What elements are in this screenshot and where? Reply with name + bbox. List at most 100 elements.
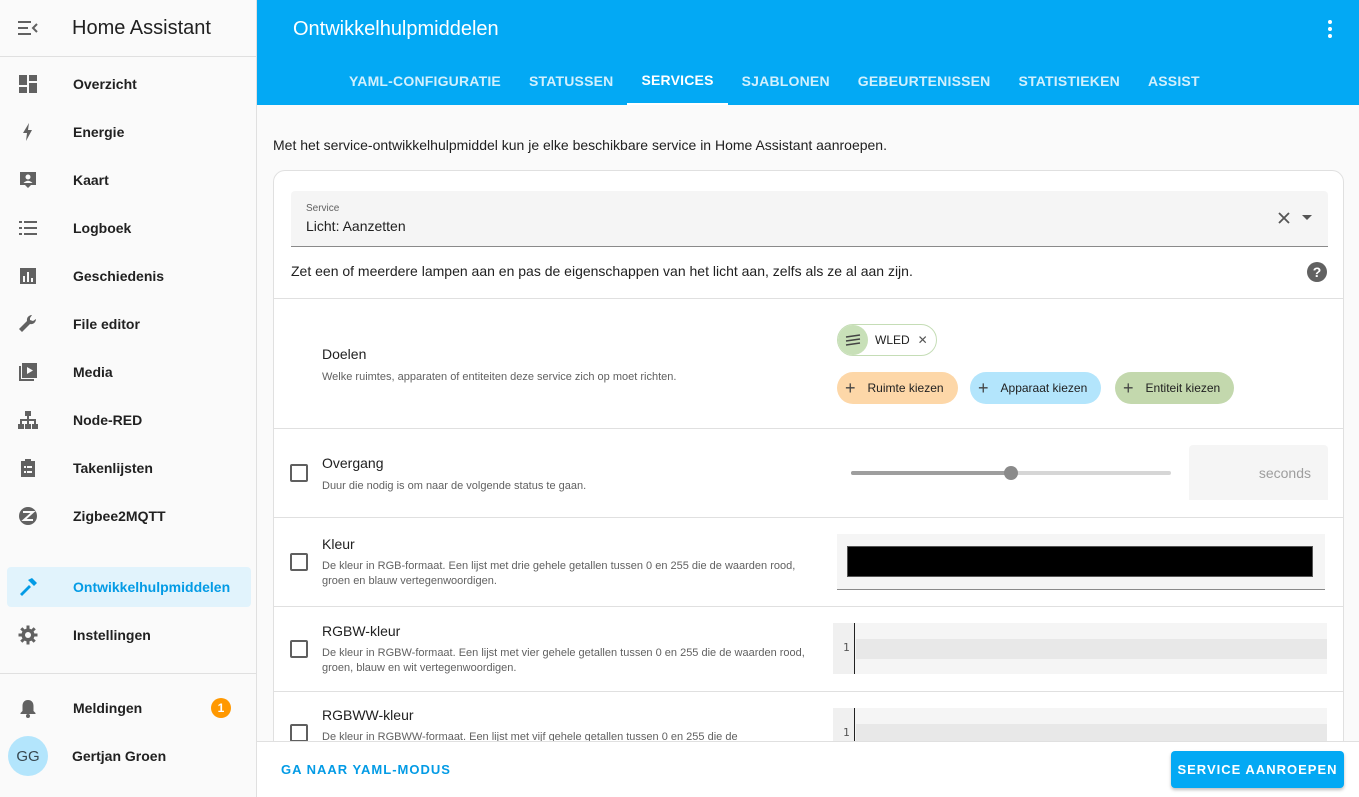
chevron-down-icon[interactable]: [1302, 215, 1312, 220]
tab-yaml-configuratie[interactable]: YAML-CONFIGURATIE: [335, 56, 515, 105]
notification-badge: 1: [211, 698, 231, 718]
help-icon[interactable]: ?: [1307, 262, 1327, 282]
yaml-mode-button[interactable]: GA NAAR YAML-MODUS: [281, 762, 451, 777]
tab-assist[interactable]: ASSIST: [1134, 56, 1214, 105]
rgbww-title: RGBWW-kleur: [322, 707, 414, 723]
plus-icon: +: [1123, 378, 1134, 398]
sidebar-item-ontwikkelhulpmiddelen[interactable]: Ontwikkelhulpmiddelen: [7, 567, 251, 607]
rgbww-checkbox[interactable]: [290, 724, 308, 742]
plus-icon: +: [845, 378, 856, 398]
sidebar-item-label: Kaart: [73, 172, 109, 188]
tab-statistieken[interactable]: STATISTIEKEN: [1005, 56, 1134, 105]
rgbw-code-editor[interactable]: 1: [833, 623, 1327, 674]
lightning-icon: [7, 122, 49, 142]
pick-entity-button[interactable]: + Entiteit kiezen: [1115, 372, 1235, 404]
more-vert-icon[interactable]: [1327, 19, 1333, 44]
sidebar-item-label: Meldingen: [73, 700, 143, 716]
service-card: Service Licht: Aanzetten Zet een of meer…: [273, 170, 1344, 797]
seconds-unit: seconds: [1258, 465, 1311, 481]
page-title: Ontwikkelhulpmiddelen: [293, 18, 499, 40]
slider-handle[interactable]: [1004, 466, 1018, 480]
pick-area-button[interactable]: + Ruimte kiezen: [837, 372, 958, 404]
sidebar-item-zigbee2mqtt[interactable]: Zigbee2MQTT: [7, 496, 251, 536]
sidebar: Home Assistant Overzicht Energie Kaart L…: [0, 0, 257, 797]
color-title: Kleur: [322, 536, 355, 552]
line-gutter: 1: [833, 623, 855, 674]
map-account-icon: [7, 170, 49, 190]
sidebar-divider: [0, 673, 256, 674]
sidebar-item-geschiedenis[interactable]: Geschiedenis: [7, 256, 251, 296]
tab-bar: YAML-CONFIGURATIE STATUSSEN SERVICES SJA…: [335, 56, 1214, 105]
sidebar-item-meldingen[interactable]: Meldingen 1: [7, 688, 251, 728]
sidebar-item-node-red[interactable]: Node-RED: [7, 400, 251, 440]
pick-device-label: Apparaat kiezen: [1000, 381, 1088, 395]
call-service-button[interactable]: SERVICE AANROEPEN: [1171, 751, 1344, 788]
tab-gebeurtenissen[interactable]: GEBEURTENISSEN: [844, 56, 1005, 105]
color-checkbox[interactable]: [290, 553, 308, 571]
tab-services[interactable]: SERVICES: [627, 56, 728, 105]
transition-description: Duur die nodig is om naar de volgende st…: [322, 480, 587, 492]
sidebar-item-logboek[interactable]: Logboek: [7, 208, 251, 248]
gear-icon: [7, 625, 49, 645]
close-icon[interactable]: [1278, 211, 1290, 229]
sidebar-item-label: Node-RED: [73, 412, 143, 428]
sidebar-item-energie[interactable]: Energie: [7, 112, 251, 152]
chip-label: WLED: [875, 333, 910, 347]
active-line: [856, 639, 1327, 659]
pick-entity-label: Entiteit kiezen: [1145, 381, 1221, 395]
slider-fill: [851, 471, 1011, 475]
color-swatch[interactable]: [847, 546, 1313, 577]
led-strip-icon: [838, 325, 868, 355]
pick-device-button[interactable]: + Apparaat kiezen: [970, 372, 1102, 404]
sitemap-icon: [7, 410, 49, 430]
sidebar-item-user[interactable]: GG Gertjan Groen: [7, 736, 251, 776]
avatar: GG: [8, 736, 48, 776]
service-select[interactable]: Service Licht: Aanzetten: [291, 191, 1328, 247]
sidebar-item-file-editor[interactable]: File editor: [7, 304, 251, 344]
sidebar-item-media[interactable]: Media: [7, 352, 251, 392]
rgbw-title: RGBW-kleur: [322, 623, 401, 639]
media-icon: [7, 362, 49, 382]
color-description: De kleur in RGB-formaat. Een lijst met d…: [322, 560, 796, 587]
list-icon: [7, 218, 49, 238]
sidebar-item-label: Geschiedenis: [73, 268, 165, 284]
divider: [274, 691, 1343, 692]
chip-remove-icon[interactable]: ✕: [918, 333, 928, 347]
sidebar-item-overzicht[interactable]: Overzicht: [7, 64, 251, 104]
transition-slider[interactable]: [851, 466, 1171, 480]
intro-text: Met het service-ontwikkelhulpmiddel kun …: [273, 137, 887, 153]
wrench-icon: [7, 314, 49, 334]
sidebar-item-label: Media: [73, 364, 113, 380]
rgbw-checkbox[interactable]: [290, 640, 308, 658]
dashboard-icon: [7, 74, 49, 94]
sidebar-item-label: File editor: [73, 316, 140, 332]
tab-sjablonen[interactable]: SJABLONEN: [728, 56, 844, 105]
sidebar-item-takenlijsten[interactable]: Takenlijsten: [7, 448, 251, 488]
divider: [274, 298, 1343, 299]
sidebar-item-label: Zigbee2MQTT: [73, 508, 166, 524]
targets-description: Welke ruimtes, apparaten of entiteiten d…: [322, 371, 677, 383]
transition-seconds-input[interactable]: seconds: [1189, 445, 1328, 500]
divider: [274, 606, 1343, 607]
sidebar-item-label: Ontwikkelhulpmiddelen: [73, 579, 231, 595]
user-name: Gertjan Groen: [72, 748, 167, 764]
transition-checkbox[interactable]: [290, 464, 308, 482]
app-title: Home Assistant: [72, 16, 211, 39]
divider: [274, 517, 1343, 518]
bell-icon: [7, 698, 49, 718]
card-actions: GA NAAR YAML-MODUS SERVICE AANROEPEN: [257, 741, 1359, 797]
sidebar-item-kaart[interactable]: Kaart: [7, 160, 251, 200]
menu-collapse-icon[interactable]: [0, 20, 56, 36]
target-chip-wled[interactable]: WLED ✕: [837, 324, 937, 356]
zigbee-icon: [7, 506, 49, 526]
targets-title: Doelen: [322, 346, 367, 362]
sidebar-item-instellingen[interactable]: Instellingen: [7, 615, 251, 655]
sidebar-item-label: Energie: [73, 124, 125, 140]
rgbw-description: De kleur in RGBW-formaat. Een lijst met …: [322, 647, 805, 674]
hammer-icon: [7, 577, 49, 597]
clipboard-list-icon: [7, 458, 49, 478]
tab-statussen[interactable]: STATUSSEN: [515, 56, 628, 105]
color-picker[interactable]: [837, 534, 1325, 590]
service-value: Licht: Aanzetten: [306, 218, 406, 234]
line-number: 1: [843, 641, 850, 654]
